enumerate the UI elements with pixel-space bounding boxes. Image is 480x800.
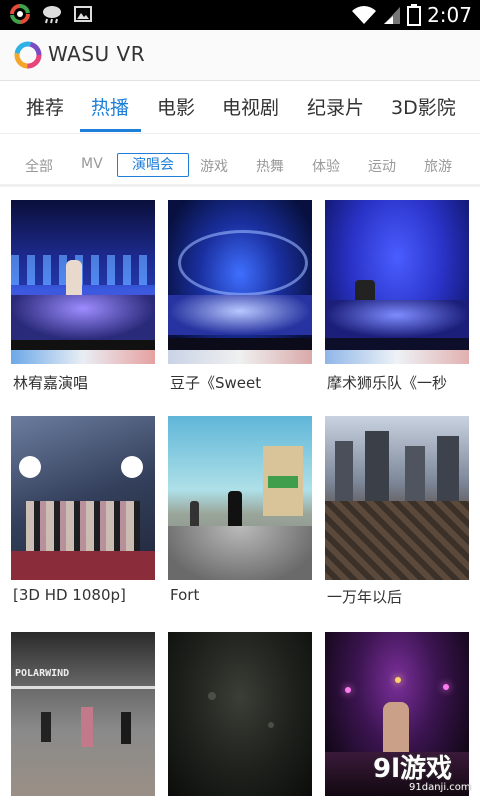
video-thumbnail[interactable] [11, 416, 155, 580]
status-notification-icons [10, 4, 92, 24]
video-card[interactable]: Fort [168, 416, 312, 604]
tab-hot[interactable]: 热播 [91, 93, 129, 120]
subtab-dance[interactable]: 热舞 [256, 156, 284, 176]
tab-documentary[interactable]: 纪录片 [307, 93, 364, 120]
video-title: 一万年以后 [327, 588, 403, 606]
video-card[interactable]: [3D HD 1080p] [11, 416, 155, 604]
video-title: Fort [170, 586, 200, 604]
video-card[interactable]: 豆子《Sweet [168, 200, 312, 392]
video-card[interactable]: POLARWIND [11, 632, 155, 796]
video-card[interactable]: 摩术狮乐队《一秒 [325, 200, 469, 392]
status-bar: 2 2:07 [0, 0, 480, 30]
video-card[interactable]: 一万年以后 [325, 416, 469, 606]
video-thumbnail[interactable] [168, 632, 312, 796]
video-card[interactable]: 林宥嘉演唱 [11, 200, 155, 392]
video-thumbnail[interactable] [11, 200, 155, 364]
video-thumbnail[interactable]: POLARWIND [11, 632, 155, 796]
polarwind-sign-text: POLARWIND [15, 668, 70, 679]
tab-3d-cinema[interactable]: 3D影院 [391, 93, 456, 120]
video-title: 豆子《Sweet [170, 374, 262, 392]
status-system-icons: 2 2:07 [351, 3, 472, 27]
watermark-url: 91danji.com [409, 782, 471, 793]
subtab-sports[interactable]: 运动 [368, 156, 396, 176]
status-time: 2:07 [427, 3, 472, 27]
video-thumbnail[interactable] [325, 416, 469, 580]
video-title: [3D HD 1080p] [13, 586, 126, 604]
gallery-icon [74, 6, 92, 22]
tab-movies[interactable]: 电影 [157, 93, 195, 120]
subtab-concert[interactable]: 演唱会 [117, 153, 189, 177]
subtab-experience[interactable]: 体验 [312, 156, 340, 176]
wasu-logo-icon [14, 41, 42, 69]
subtab-mv[interactable]: MV [81, 156, 103, 172]
sub-category-bar: 全部 MV 演唱会 游戏 热舞 体验 运动 旅游 [0, 146, 480, 187]
app-header: WASU VR [0, 30, 480, 81]
app-notification-icon [10, 4, 30, 24]
battery-icon [407, 4, 422, 26]
site-watermark: 9l游戏 91danji.com [373, 748, 477, 796]
watermark-logo-text: 9l游戏 [373, 754, 453, 784]
weather-icon [43, 6, 61, 24]
tab-recommend[interactable]: 推荐 [26, 93, 64, 120]
video-thumbnail[interactable] [168, 200, 312, 364]
video-title: 摩术狮乐队《一秒 [327, 374, 448, 392]
signal-icon [384, 7, 401, 24]
active-tab-indicator [80, 129, 141, 132]
video-card[interactable] [168, 632, 312, 796]
wifi-icon [352, 6, 377, 24]
video-thumbnail[interactable] [168, 416, 312, 580]
tab-tv-series[interactable]: 电视剧 [222, 93, 279, 120]
subtab-travel[interactable]: 旅游 [424, 156, 452, 176]
video-title: 林宥嘉演唱 [13, 374, 89, 392]
subtab-games[interactable]: 游戏 [200, 156, 228, 176]
video-thumbnail[interactable] [325, 200, 469, 364]
app-title: WASU VR [48, 42, 146, 66]
main-tab-bar: 推荐 热播 电影 电视剧 纪录片 3D影院 [0, 81, 480, 134]
subtab-all[interactable]: 全部 [25, 156, 53, 176]
